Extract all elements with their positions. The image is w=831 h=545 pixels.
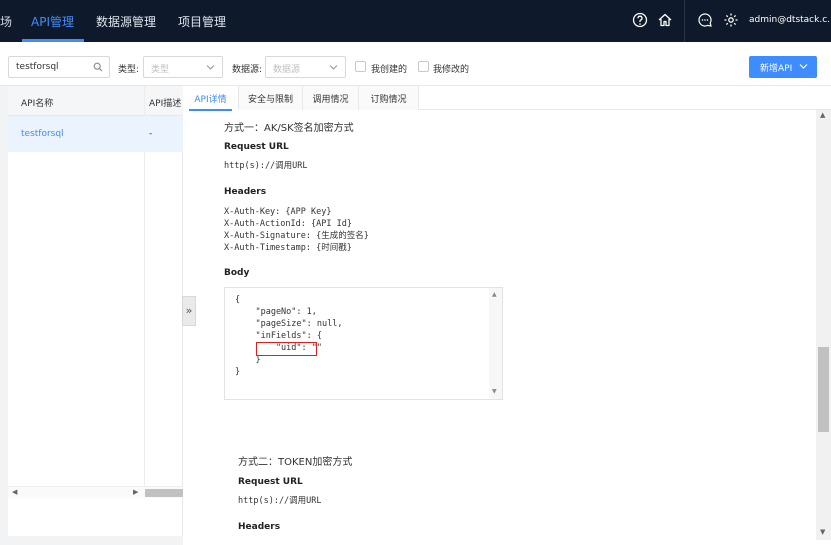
body-line: } xyxy=(235,367,241,377)
request-url-value: http(s)://调用URL xyxy=(224,161,308,171)
body-line: "pageNo": 1, xyxy=(235,307,317,317)
highlight-box xyxy=(256,342,317,356)
headers-heading-2: Headers xyxy=(238,522,281,532)
detail-vertical-scrollbar[interactable]: ▲ ▼ xyxy=(816,110,831,540)
method2-title: 方式二：TOKEN加密方式 xyxy=(238,457,353,468)
request-url-heading-2: Request URL xyxy=(238,477,303,487)
search-input[interactable]: testforsql xyxy=(8,56,110,78)
modified-by-me-checkbox[interactable] xyxy=(418,61,429,72)
datasource-select[interactable]: 数据源 xyxy=(265,56,346,78)
request-url-heading: Request URL xyxy=(224,142,289,152)
tab-label: 调用情况 xyxy=(312,95,349,105)
scroll-right-icon[interactable]: ▶ xyxy=(133,488,138,496)
body-line: "pageSize": null, xyxy=(235,319,343,329)
header-line: X-Auth-Key: {APP Key} xyxy=(224,207,332,217)
help-icon[interactable] xyxy=(632,12,648,28)
horizontal-scrollbar[interactable]: ◀ ▶ xyxy=(8,486,183,498)
scrollbar-thumb[interactable] xyxy=(818,347,829,432)
scroll-down-icon[interactable]: ▼ xyxy=(492,388,497,395)
tab-label: 安全与限制 xyxy=(247,95,293,105)
body-heading: Body xyxy=(224,268,250,278)
created-by-me-checkbox[interactable] xyxy=(355,61,366,72)
header-line: X-Auth-ActionId: {API Id} xyxy=(224,219,352,229)
tab-label: API详情 xyxy=(194,95,227,105)
column-header-api-name[interactable]: API名称 xyxy=(21,96,53,109)
new-api-button-label: 新增API xyxy=(760,64,793,74)
modified-by-me-label[interactable]: 我修改的 xyxy=(433,62,469,75)
detail-tabs: API详情 安全与限制 调用情况 订购情况 xyxy=(183,86,831,111)
search-input-value: testforsql xyxy=(16,62,59,72)
active-tab-indicator xyxy=(189,109,232,111)
scrollbar-thumb[interactable] xyxy=(145,489,183,497)
datasource-select-placeholder: 数据源 xyxy=(273,65,301,75)
new-api-button[interactable]: 新增API xyxy=(749,56,817,78)
tab-call-status[interactable]: 调用情况 xyxy=(303,86,359,110)
table-row[interactable]: testforsql - xyxy=(8,116,183,152)
method1-title: 方式一：AK/SK签名加密方式 xyxy=(224,123,354,134)
datasource-filter-label: 数据源: xyxy=(232,65,263,75)
scroll-left-icon[interactable]: ◀ xyxy=(12,488,17,496)
top-nav: 场 API管理 数据源管理 项目管理 admin@dtstack.c... xyxy=(0,0,831,42)
tab-subscription-status[interactable]: 订购情况 xyxy=(359,86,419,110)
created-by-me-label[interactable]: 我创建的 xyxy=(371,62,407,75)
code-editor-scrollbar[interactable]: ▲ ▼ xyxy=(489,288,502,399)
tab-api-detail[interactable]: API详情 xyxy=(183,86,239,111)
chevron-down-icon xyxy=(206,65,215,70)
nav-item-datasource-management[interactable]: 数据源管理 xyxy=(96,13,156,30)
scroll-up-icon[interactable]: ▲ xyxy=(492,291,497,298)
type-filter-label: 类型: xyxy=(118,65,140,75)
nav-item-partial[interactable]: 场 xyxy=(0,13,12,30)
body-line: { xyxy=(235,295,241,305)
table-header: API名称 API描述 xyxy=(8,86,183,116)
header-line: X-Auth-Timestamp: {时间戳} xyxy=(224,243,352,253)
scroll-up-icon[interactable]: ▲ xyxy=(820,111,825,119)
type-select-placeholder: 类型 xyxy=(151,65,170,75)
home-icon[interactable] xyxy=(657,12,673,28)
collapse-toggle-button[interactable]: » xyxy=(182,296,196,326)
header-line: X-Auth-Signature: {生成的签名} xyxy=(224,231,369,241)
settings-icon[interactable] xyxy=(723,12,739,28)
body-line: "inFields": { xyxy=(235,331,322,341)
api-name-cell[interactable]: testforsql xyxy=(21,129,64,139)
search-icon[interactable] xyxy=(93,62,103,72)
api-list-table: API名称 API描述 testforsql - ◀ ▶ xyxy=(8,86,183,536)
tab-security-limits[interactable]: 安全与限制 xyxy=(239,86,303,110)
message-icon[interactable] xyxy=(697,12,713,28)
nav-item-project-management[interactable]: 项目管理 xyxy=(178,13,226,30)
column-header-api-desc[interactable]: API描述 xyxy=(149,96,181,109)
tab-label: 订购情况 xyxy=(370,95,407,105)
chevron-down-icon xyxy=(329,65,338,70)
nav-divider xyxy=(684,0,685,42)
headers-heading: Headers xyxy=(224,187,267,197)
user-account-name[interactable]: admin@dtstack.c... xyxy=(749,15,831,25)
request-url-value-2: http(s)://调用URL xyxy=(238,496,322,506)
nav-item-api-management[interactable]: API管理 xyxy=(31,13,74,30)
type-select[interactable]: 类型 xyxy=(143,56,223,78)
api-desc-cell: - xyxy=(149,129,153,139)
chevron-down-icon xyxy=(799,64,808,69)
scroll-down-icon[interactable]: ▼ xyxy=(820,528,825,536)
